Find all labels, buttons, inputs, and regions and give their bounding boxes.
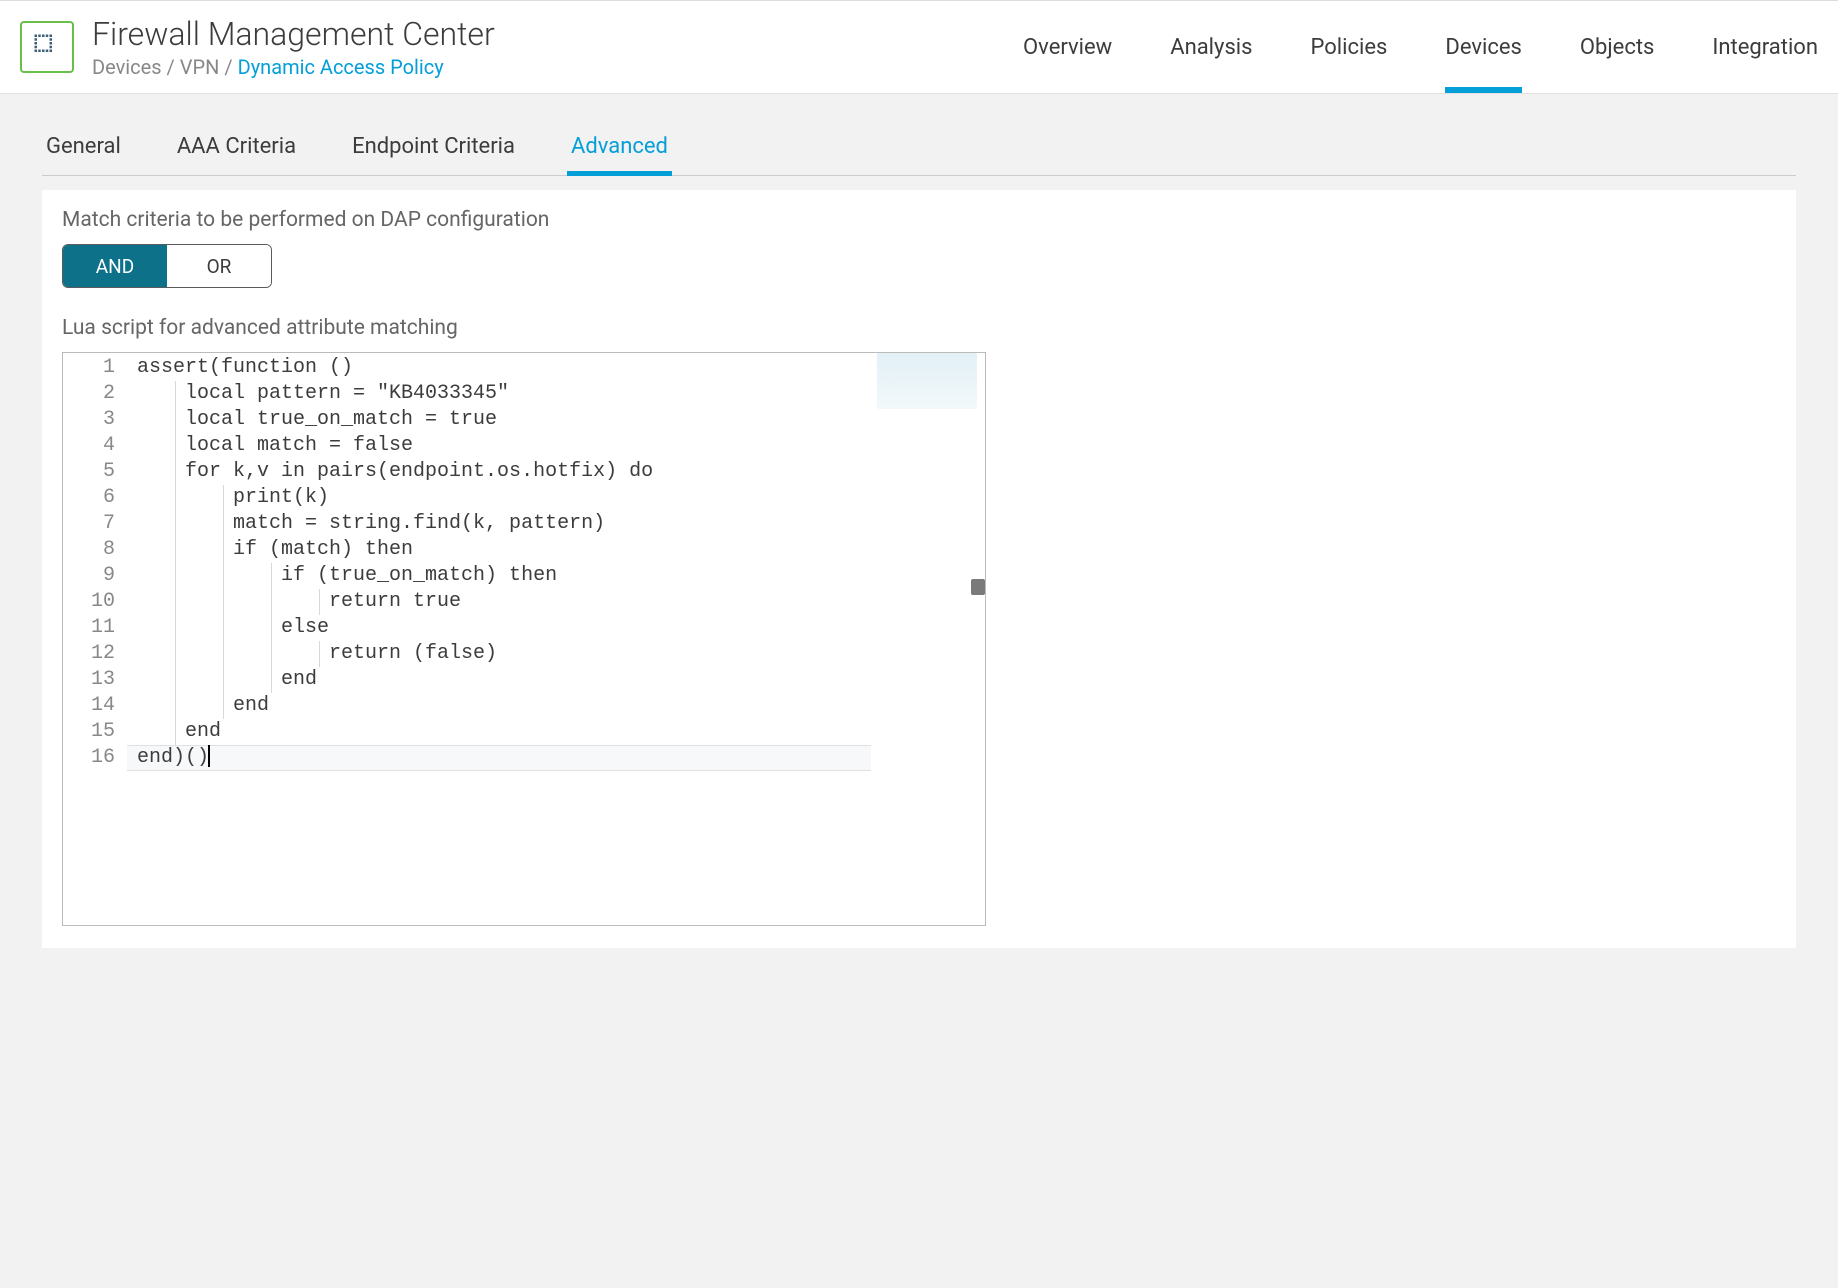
sub-tabs: General AAA Criteria Endpoint Criteria Adva… xyxy=(42,122,1796,176)
lua-code-editor[interactable]: 12345678910111213141516 assert(function … xyxy=(62,352,986,926)
tab-general[interactable]: General xyxy=(42,122,125,176)
nav-item-policies[interactable]: Policies xyxy=(1311,1,1388,93)
breadcrumb-current[interactable]: Dynamic Access Policy xyxy=(238,55,444,79)
nav-item-devices[interactable]: Devices xyxy=(1445,1,1522,93)
breadcrumb: Devices / VPN / Dynamic Access Policy xyxy=(92,55,495,79)
app-logo-icon xyxy=(20,21,74,73)
lua-script-label: Lua script for advanced attribute matchi… xyxy=(62,316,1776,340)
nav-item-overview[interactable]: Overview xyxy=(1023,1,1112,93)
breadcrumb-part-devices[interactable]: Devices xyxy=(92,55,162,79)
app-title: Firewall Management Center xyxy=(92,15,495,53)
nav-item-integration[interactable]: Integration xyxy=(1712,1,1818,93)
tab-aaa-criteria[interactable]: AAA Criteria xyxy=(173,122,300,176)
top-nav: Overview Analysis Policies Devices Objects In… xyxy=(1023,1,1818,93)
advanced-panel: Match criteria to be performed on DAP co… xyxy=(42,190,1796,948)
and-button[interactable]: AND xyxy=(63,245,167,287)
match-toggle-group: AND OR xyxy=(62,244,272,288)
tab-endpoint-criteria[interactable]: Endpoint Criteria xyxy=(348,122,519,176)
tab-advanced[interactable]: Advanced xyxy=(567,122,672,176)
or-button[interactable]: OR xyxy=(167,245,271,287)
scrollbar-handle[interactable] xyxy=(971,579,985,595)
nav-item-objects[interactable]: Objects xyxy=(1580,1,1655,93)
code-content[interactable]: assert(function () local pattern = "KB40… xyxy=(127,353,985,771)
nav-item-analysis[interactable]: Analysis xyxy=(1170,1,1252,93)
breadcrumb-part-vpn[interactable]: VPN xyxy=(180,55,220,79)
match-criteria-label: Match criteria to be performed on DAP co… xyxy=(62,208,1776,232)
line-gutter: 12345678910111213141516 xyxy=(63,353,127,771)
